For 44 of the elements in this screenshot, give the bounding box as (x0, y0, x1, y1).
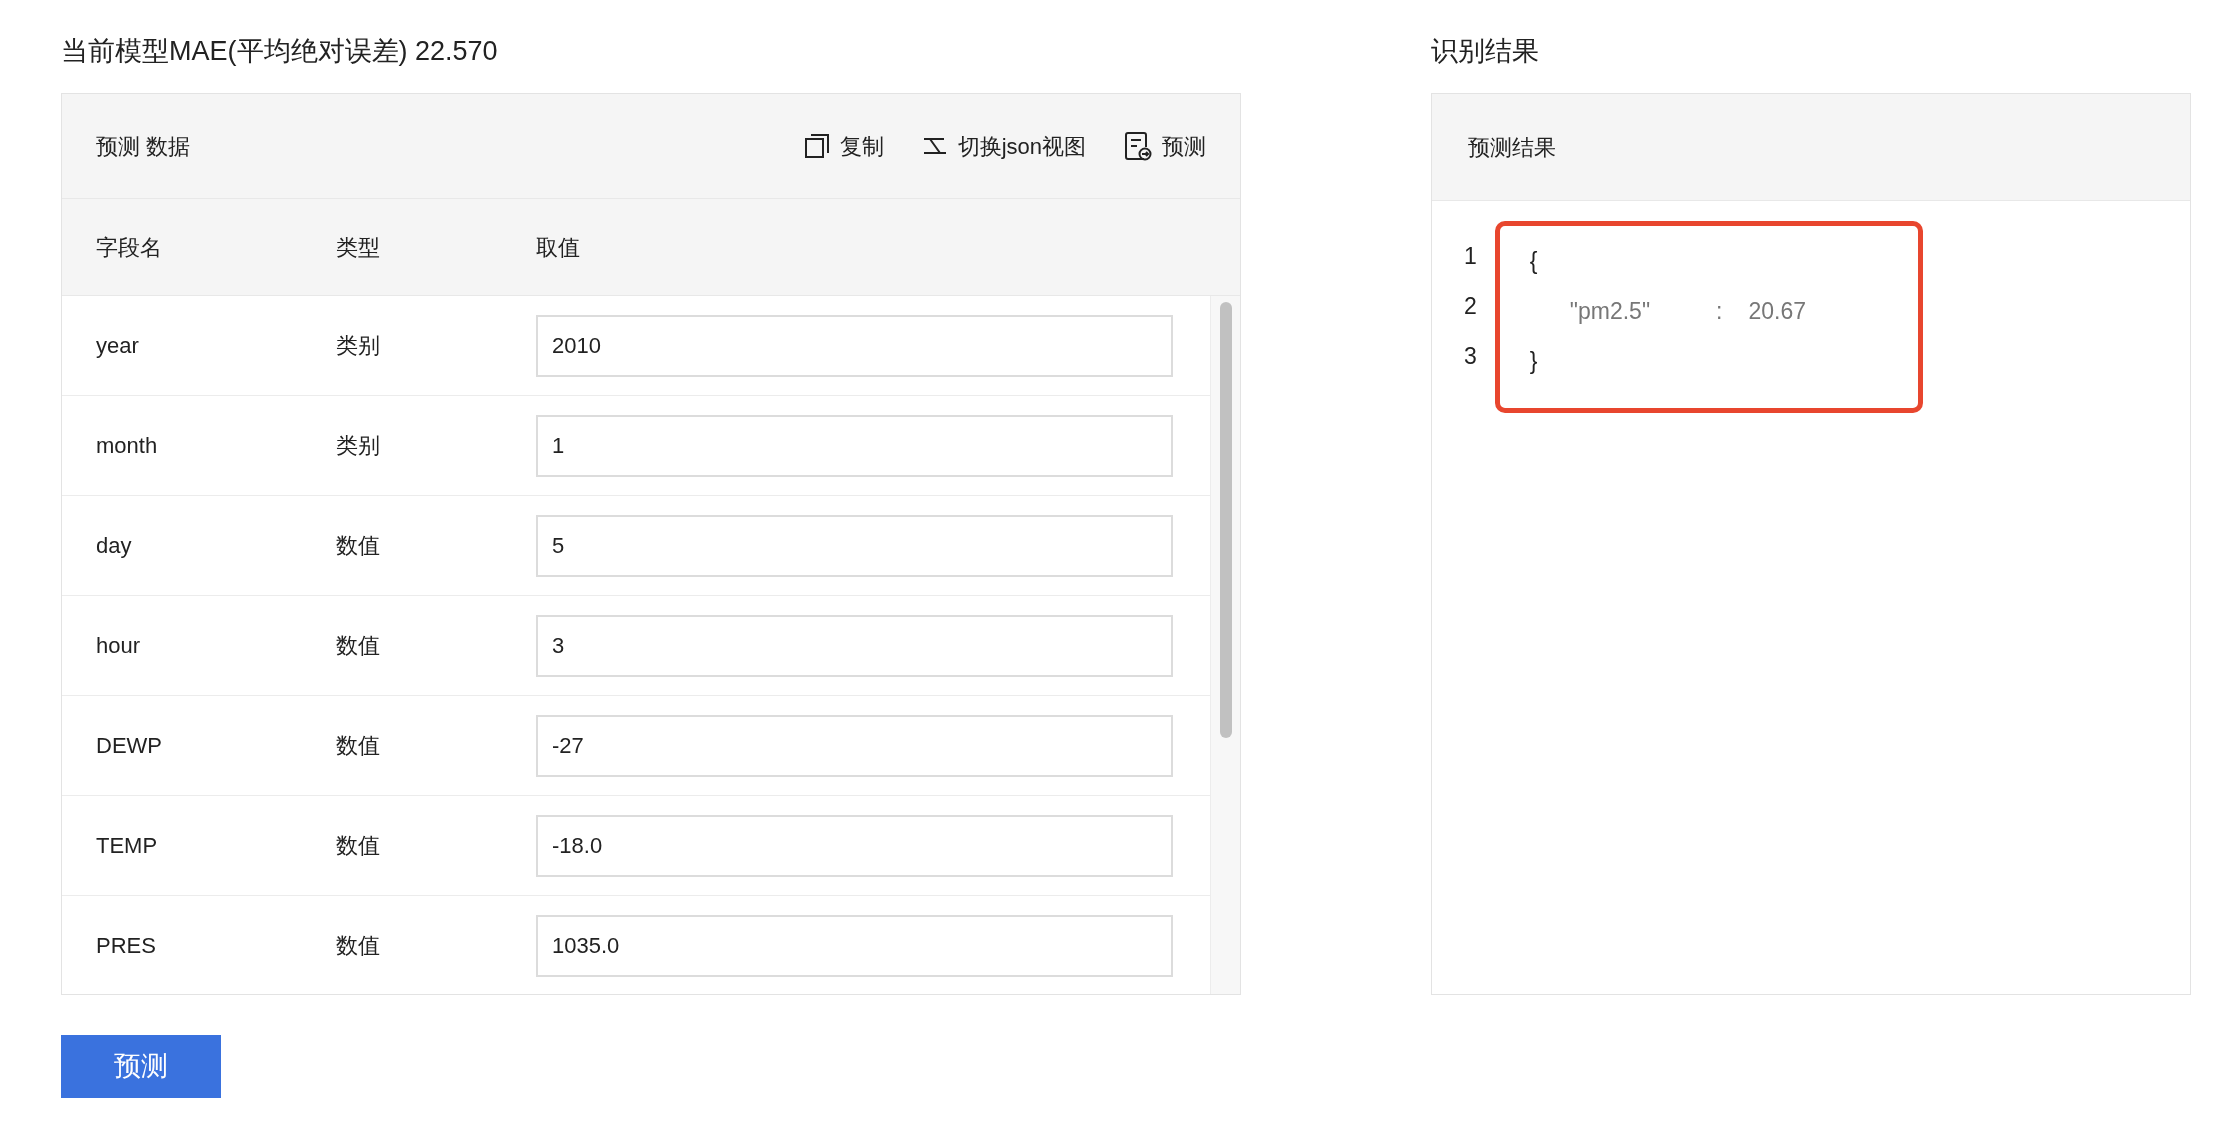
table-cell-text: year (96, 332, 140, 360)
result-title: 识别结果 (1431, 35, 1540, 68)
page-title: 当前模型MAE(平均绝对误差) 22.570 (61, 35, 499, 68)
table-cell-text: 数值 (336, 732, 381, 760)
table-cell-text: day (96, 532, 133, 560)
switch-action[interactable]: 切换json视图 (921, 129, 1086, 163)
input-field[interactable]: 1035.0 (536, 914, 1173, 977)
json-brace: { (1529, 247, 1538, 276)
column-header: 取值 (536, 233, 580, 262)
copy-action[interactable]: 复制 (803, 129, 884, 163)
table-cell-text: 类别 (336, 432, 381, 460)
table-cell-text: hour (96, 632, 142, 660)
copy-icon (803, 133, 830, 159)
table-cell-text: PRES (96, 932, 157, 960)
scrollbar-thumb[interactable] (1219, 302, 1232, 738)
table-cell-text: 类别 (336, 332, 381, 360)
panel-title: 预测结果 (1468, 133, 1556, 162)
line-number: 1 (1464, 242, 1477, 271)
table-cell-text: 数值 (336, 832, 381, 860)
table-cell-text: TEMP (96, 832, 159, 860)
input-field[interactable]: 2010 (536, 314, 1173, 377)
line-number: 3 (1464, 342, 1477, 371)
input-field[interactable]: 5 (536, 514, 1173, 577)
switch-icon (921, 135, 948, 157)
input-field[interactable]: -27 (536, 714, 1173, 777)
json-brace: } (1529, 347, 1538, 376)
table-cell-text: month (96, 432, 159, 460)
json-colon: : (1716, 297, 1723, 326)
input-field[interactable]: -18.0 (536, 814, 1173, 877)
predict-button[interactable]: 预测 (61, 1035, 221, 1098)
panel-title: 预测 数据 (96, 132, 191, 161)
document-arrow-icon (1124, 131, 1152, 161)
input-field[interactable]: 1 (536, 414, 1173, 477)
table-cell-text: 数值 (336, 532, 381, 560)
column-header: 类型 (336, 233, 381, 262)
json-key: "pm2.5" (1569, 296, 1651, 346)
predict-action[interactable]: 预测 (1124, 129, 1206, 163)
input-field[interactable]: 3 (536, 614, 1173, 677)
table-cell-text: DEWP (96, 732, 163, 760)
table-cell-text: 数值 (336, 932, 381, 960)
table-cell-text: 数值 (336, 632, 381, 660)
column-header: 字段名 (96, 233, 163, 262)
json-value: 20.67 (1748, 297, 1806, 326)
line-number: 2 (1464, 292, 1477, 321)
